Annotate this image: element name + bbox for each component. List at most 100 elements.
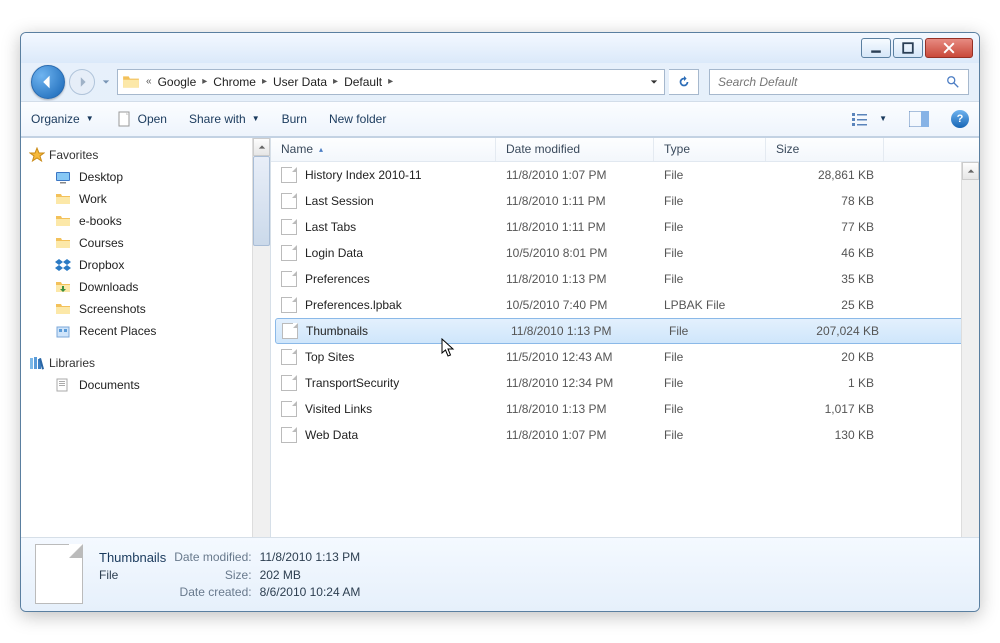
crumb-default[interactable]: Default [340,70,386,94]
file-row[interactable]: Thumbnails11/8/2010 1:13 PMFile207,024 K… [275,318,975,344]
column-name[interactable]: Name▴ [271,138,496,161]
file-name: Last Session [305,194,374,208]
column-date[interactable]: Date modified [496,138,654,161]
crumb-google[interactable]: Google [154,70,201,94]
file-size: 25 KB [766,298,884,312]
file-row[interactable]: Preferences11/8/2010 1:13 PMFile35 KB [271,266,979,292]
file-name: History Index 2010-11 [305,168,422,182]
breadcrumb-overflow[interactable]: « [144,76,154,87]
search-input[interactable] [718,75,946,89]
file-date: 11/8/2010 1:07 PM [496,168,654,182]
favorites-header[interactable]: Favorites [25,144,270,166]
file-type: File [654,194,766,208]
window-controls [861,38,973,58]
body: Favorites DesktopWorke-books Courses Dropb… [21,137,979,537]
file-date: 10/5/2010 7:40 PM [496,298,654,312]
file-date: 10/5/2010 8:01 PM [496,246,654,260]
column-size[interactable]: Size [766,138,884,161]
details-size: 202 MB [260,568,361,582]
minimize-button[interactable] [861,38,891,58]
crumb-userdata[interactable]: User Data [269,70,331,94]
file-name: Thumbnails [306,324,368,338]
file-icon [281,271,297,287]
file-size: 130 KB [766,428,884,442]
file-date: 11/8/2010 1:07 PM [496,428,654,442]
column-headers[interactable]: Name▴ Date modified Type Size [271,138,979,162]
nav-scroll-thumb[interactable] [253,156,270,246]
search-box[interactable] [709,69,969,95]
address-dropdown-icon[interactable] [650,78,658,86]
view-mode-button[interactable]: ▼ [851,111,887,127]
file-row[interactable]: Preferences.lpbak10/5/2010 7:40 PMLPBAK … [271,292,979,318]
nav-item-label: Dropbox [79,258,124,272]
column-type[interactable]: Type [654,138,766,161]
command-bar: Organize▼ Open Share with▼ Burn New fold… [21,101,979,137]
file-size: 1 KB [766,376,884,390]
new-folder-button[interactable]: New folder [329,112,386,126]
folder-icon [55,301,71,317]
navigation-pane[interactable]: Favorites DesktopWorke-books Courses Dropb… [21,138,271,537]
search-icon [946,75,960,89]
list-scrollbar[interactable] [961,162,979,537]
nav-item-documents[interactable]: Documents [25,374,270,396]
history-dropdown[interactable] [99,69,113,95]
libraries-header[interactable]: Libraries [25,352,270,374]
sort-indicator-icon: ▴ [319,145,323,154]
file-name: Last Tabs [305,220,356,234]
nav-item-dropbox[interactable]: Dropbox [25,254,270,276]
file-row[interactable]: Last Tabs11/8/2010 1:11 PMFile77 KB [271,214,979,240]
file-icon [282,323,298,339]
folder-icon [55,213,71,229]
nav-item-label: Recent Places [79,324,156,338]
file-list[interactable]: History Index 2010-1111/8/2010 1:07 PMFi… [271,162,979,537]
file-icon [281,167,297,183]
file-name: Top Sites [305,350,354,364]
nav-item-screenshots[interactable]: Screenshots [25,298,270,320]
library-item-icon [55,377,71,393]
forward-button[interactable] [69,69,95,95]
open-button[interactable]: Open [116,111,167,127]
file-row[interactable]: Web Data11/8/2010 1:07 PMFile130 KB [271,422,979,448]
file-date: 11/8/2010 12:34 PM [496,376,654,390]
file-name: Login Data [305,246,363,260]
file-row[interactable]: History Index 2010-1111/8/2010 1:07 PMFi… [271,162,979,188]
details-date-modified: 11/8/2010 1:13 PM [260,550,361,564]
close-button[interactable] [925,38,973,58]
address-bar[interactable]: « Google▸ Chrome▸ User Data▸ Default▸ [117,69,665,95]
nav-item-e-books[interactable]: e-books [25,210,270,232]
file-name: Visited Links [305,402,372,416]
folder-icon [55,169,71,185]
details-size-label: Size: [174,568,251,582]
file-row[interactable]: Login Data10/5/2010 8:01 PMFile46 KB [271,240,979,266]
file-type: LPBAK File [654,298,766,312]
libraries-label: Libraries [49,356,95,370]
favorites-label: Favorites [49,148,98,162]
folder-icon [55,323,71,339]
nav-item-recent-places[interactable]: Recent Places [25,320,270,342]
refresh-button[interactable] [669,69,699,95]
nav-item-label: Documents [79,378,140,392]
burn-button[interactable]: Burn [282,112,307,126]
file-row[interactable]: TransportSecurity11/8/2010 12:34 PMFile1… [271,370,979,396]
share-menu[interactable]: Share with▼ [189,112,260,126]
titlebar[interactable] [21,33,979,63]
crumb-chrome[interactable]: Chrome [209,70,260,94]
file-row[interactable]: Top Sites11/5/2010 12:43 AMFile20 KB [271,344,979,370]
file-row[interactable]: Last Session11/8/2010 1:11 PMFile78 KB [271,188,979,214]
organize-menu[interactable]: Organize▼ [31,112,94,126]
nav-item-label: Courses [79,236,124,250]
nav-item-work[interactable]: Work [25,188,270,210]
document-icon [116,111,132,127]
nav-item-courses[interactable]: Courses [25,232,270,254]
file-list-pane: Name▴ Date modified Type Size History In… [271,138,979,537]
file-row[interactable]: Visited Links11/8/2010 1:13 PMFile1,017 … [271,396,979,422]
nav-scrollbar[interactable] [252,138,270,537]
nav-item-downloads[interactable]: Downloads [25,276,270,298]
back-button[interactable] [31,65,65,99]
file-name: Web Data [305,428,358,442]
preview-pane-button[interactable] [909,109,929,129]
file-size: 1,017 KB [766,402,884,416]
help-button[interactable]: ? [951,110,969,128]
maximize-button[interactable] [893,38,923,58]
nav-item-desktop[interactable]: Desktop [25,166,270,188]
